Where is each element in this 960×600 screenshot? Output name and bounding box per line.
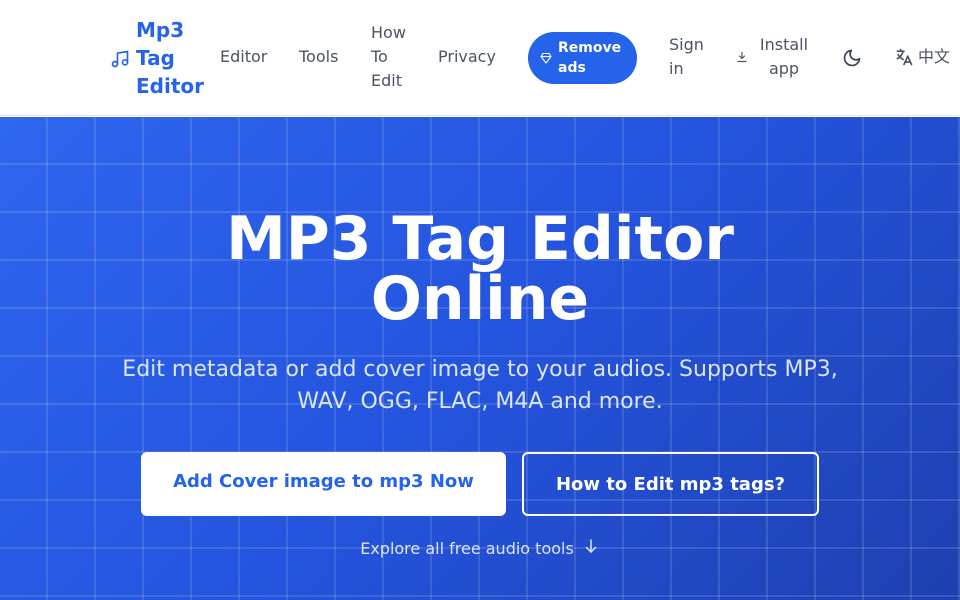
add-cover-image-button[interactable]: Add Cover image to mp3 Now bbox=[141, 452, 506, 516]
nav-privacy[interactable]: Privacy bbox=[438, 45, 496, 69]
hero-title: MP3 Tag Editor Online bbox=[226, 204, 734, 334]
sign-in-link[interactable]: Sign in bbox=[669, 33, 709, 81]
nav-how-to-edit[interactable]: How To Edit bbox=[371, 21, 413, 93]
nav-tools[interactable]: Tools bbox=[299, 45, 338, 69]
nav-editor[interactable]: Editor bbox=[220, 45, 267, 69]
brand-logo-link[interactable]: Mp3 Tag Editor bbox=[110, 16, 216, 100]
site-header: Mp3 Tag Editor Editor Tools How To Edit … bbox=[0, 0, 960, 116]
hero-section: MP3 Tag Editor Online Edit metadata or a… bbox=[0, 117, 960, 600]
gem-icon bbox=[540, 52, 552, 64]
install-app-button[interactable]: Install app bbox=[736, 33, 810, 81]
music-note-icon bbox=[111, 50, 129, 68]
remove-ads-button[interactable]: Remove ads bbox=[528, 32, 637, 84]
explore-tools-label: Explore all free audio tools bbox=[360, 539, 574, 558]
moon-icon[interactable] bbox=[842, 48, 862, 68]
remove-ads-label: Remove ads bbox=[558, 40, 622, 76]
download-icon bbox=[737, 51, 747, 63]
hero-subtitle: Edit metadata or add cover image to your… bbox=[122, 357, 838, 414]
language-label: 中文 bbox=[918, 47, 951, 66]
language-switcher[interactable]: 中文 bbox=[894, 45, 950, 69]
arrow-down-icon bbox=[585, 539, 597, 553]
explore-tools-link[interactable]: Explore all free audio tools bbox=[0, 537, 960, 561]
how-to-edit-button[interactable]: How to Edit mp3 tags? bbox=[522, 452, 819, 516]
brand-name: Mp3 Tag Editor bbox=[136, 18, 204, 98]
install-app-label: Install app bbox=[759, 35, 809, 78]
translate-icon bbox=[896, 48, 913, 66]
